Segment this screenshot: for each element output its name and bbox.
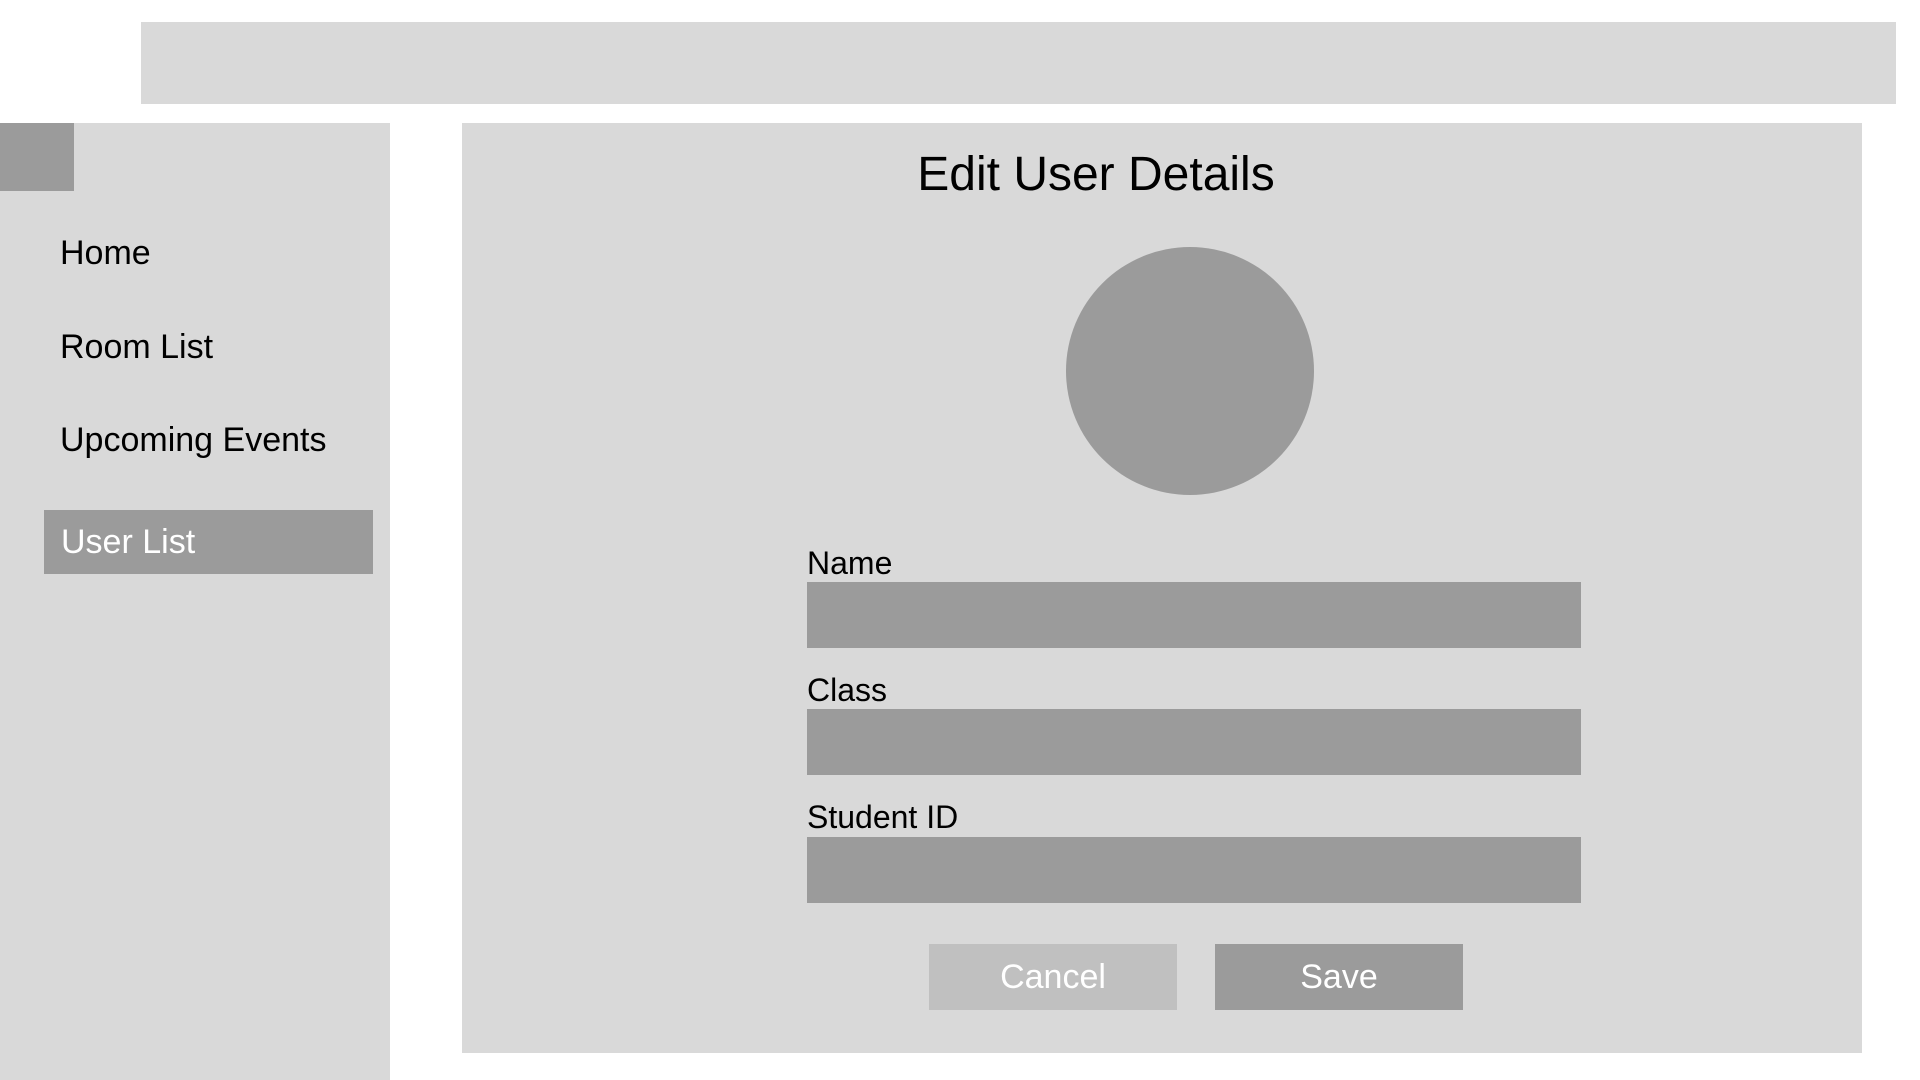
student-id-field[interactable]: [807, 837, 1581, 903]
edit-user-panel: Edit User Details Name Class Student ID …: [462, 123, 1862, 1053]
logo-placeholder: [0, 123, 74, 191]
class-label: Class: [807, 672, 888, 708]
name-field[interactable]: [807, 582, 1581, 648]
name-label: Name: [807, 545, 893, 581]
sidebar-item-home[interactable]: Home: [60, 233, 151, 273]
sidebar-item-user-list[interactable]: User List: [44, 510, 373, 574]
class-field[interactable]: [807, 709, 1581, 775]
sidebar-item-upcoming-events[interactable]: Upcoming Events: [60, 420, 326, 460]
page-title: Edit User Details: [917, 148, 1275, 201]
student-id-label: Student ID: [807, 799, 959, 835]
avatar[interactable]: [1066, 247, 1314, 495]
save-button[interactable]: Save: [1215, 944, 1463, 1010]
cancel-button[interactable]: Cancel: [929, 944, 1177, 1010]
sidebar: Home Room List Upcoming Events User List: [0, 123, 390, 1080]
top-bar: [141, 22, 1896, 104]
sidebar-item-room-list[interactable]: Room List: [60, 327, 213, 367]
